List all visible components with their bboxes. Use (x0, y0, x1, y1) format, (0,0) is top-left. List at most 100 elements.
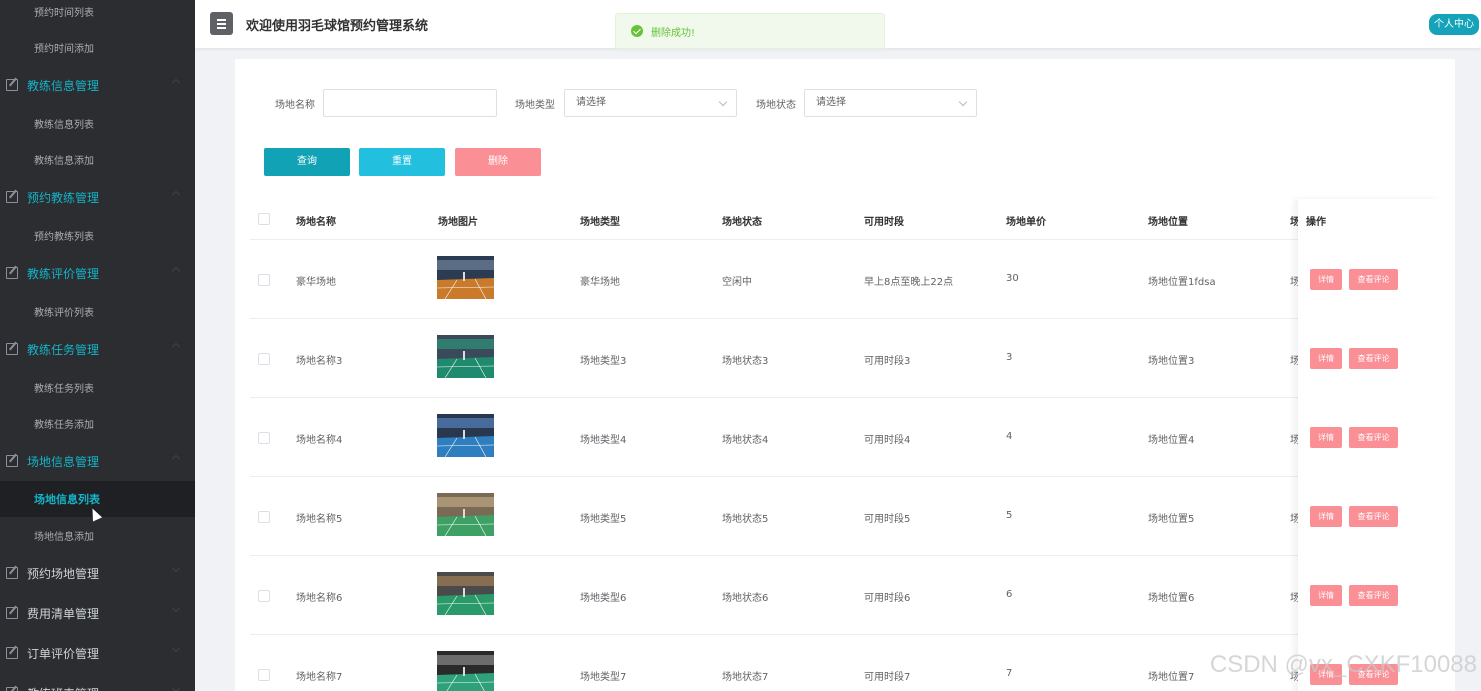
venue-table: 场地名称 场地图片 场地类型 场地状态 可用时段 场地单价 场地位置 场 豪华场… (250, 199, 1441, 691)
detail-button[interactable]: 详情 (1310, 506, 1342, 527)
col-name: 场地名称 (296, 217, 336, 228)
view-comments-button[interactable]: 查看评论 (1349, 585, 1398, 606)
row-checkbox[interactable] (258, 590, 270, 602)
row-checkbox[interactable] (258, 669, 270, 681)
venue-image (437, 414, 494, 457)
sidebar-group[interactable]: 场地信息管理 (0, 441, 195, 481)
sidebar-group-label: 教练评价管理 (27, 266, 100, 281)
detail-button[interactable]: 详情 (1310, 585, 1342, 606)
row-checkbox[interactable] (258, 432, 270, 444)
cell-period: 可用时段7 (864, 672, 911, 683)
sidebar-group[interactable]: 教练任务管理 (0, 329, 195, 369)
sidebar-group-label: 预约场地管理 (27, 566, 100, 581)
sidebar-group[interactable]: 费用清单管理 (0, 593, 195, 633)
sidebar-sub-item[interactable]: 教练任务添加 (0, 405, 195, 441)
cell-type: 豪华场地 (580, 277, 620, 288)
cell-location: 场地位置1fdsa (1148, 277, 1216, 288)
menu-toggle-icon[interactable] (210, 12, 233, 35)
cell-period: 早上8点至晚上22点 (864, 277, 954, 288)
cell-status: 场地状态4 (722, 435, 769, 446)
venue-image (437, 335, 494, 378)
chevron-down-icon (171, 683, 181, 691)
cell-status: 场地状态6 (722, 593, 769, 604)
venue-status-select[interactable]: 请选择 (804, 89, 977, 117)
sidebar-sub-item[interactable]: 教练评价列表 (0, 293, 195, 329)
sidebar-sub-item[interactable]: 预约时间添加 (0, 29, 195, 65)
view-comments-button[interactable]: 查看评论 (1349, 506, 1398, 527)
venue-image (437, 256, 494, 299)
chevron-down-icon (171, 643, 181, 653)
venue-name-input[interactable] (323, 89, 497, 117)
sidebar-sub-item[interactable]: 预约时间列表 (0, 0, 195, 29)
row-checkbox[interactable] (258, 353, 270, 365)
edit-icon (6, 79, 18, 91)
cell-price: 30 (1006, 273, 1019, 284)
view-comments-button[interactable]: 查看评论 (1349, 269, 1398, 290)
col-location: 场地位置 (1148, 217, 1188, 228)
sidebar-group[interactable]: 教练班表管理 (0, 673, 195, 691)
sidebar-sub-item[interactable]: 教练任务列表 (0, 369, 195, 405)
cell-location: 场地位置4 (1148, 435, 1195, 446)
cell-price: 6 (1006, 589, 1013, 600)
row-checkbox[interactable] (258, 511, 270, 523)
sidebar-group-label: 教练信息管理 (27, 78, 100, 93)
user-center-button[interactable]: 个人中心 (1429, 14, 1479, 35)
sidebar-sub-item[interactable]: 场地信息添加 (0, 517, 195, 553)
cell-location: 场地位置3 (1148, 356, 1195, 367)
view-comments-button[interactable]: 查看评论 (1349, 348, 1398, 369)
cell-type: 场地类型3 (580, 356, 627, 367)
venue-image (437, 493, 494, 536)
sidebar-sub-item[interactable]: 教练信息添加 (0, 141, 195, 177)
select-all-checkbox[interactable] (258, 213, 270, 225)
edit-icon (6, 607, 18, 619)
venue-status-label: 场地状态 (756, 100, 796, 111)
cell-name: 场地名称4 (296, 435, 343, 446)
sidebar-group-label: 教练任务管理 (27, 342, 100, 357)
cell-period: 可用时段5 (864, 514, 911, 525)
venue-type-label: 场地类型 (515, 100, 555, 111)
cell-status: 场地状态3 (722, 356, 769, 367)
venue-image (437, 651, 494, 691)
sidebar-sub-item[interactable]: 教练信息列表 (0, 105, 195, 141)
view-comments-button[interactable]: 查看评论 (1349, 427, 1398, 448)
cell-type: 场地类型6 (580, 593, 627, 604)
chevron-up-icon (171, 266, 181, 276)
chevron-up-icon (171, 78, 181, 88)
sidebar-group[interactable]: 教练信息管理 (0, 65, 195, 105)
main-card: 场地名称 场地类型 请选择 场地状态 请选择 查询 重置 删除 场地名称 场地图… (235, 59, 1455, 691)
table-row: 场地名称5 场地类型5 场地状态5 可用时段5 5 场地位置5 场 (250, 477, 1441, 556)
sidebar-group[interactable]: 教练评价管理 (0, 253, 195, 293)
table-header: 场地名称 场地图片 场地类型 场地状态 可用时段 场地单价 场地位置 场 (250, 199, 1441, 240)
toast-message: 删除成功! (651, 27, 696, 39)
sidebar-group[interactable]: 预约场地管理 (0, 553, 195, 593)
query-button[interactable]: 查询 (264, 148, 350, 176)
detail-button[interactable]: 详情 (1310, 269, 1342, 290)
detail-button[interactable]: 详情 (1310, 427, 1342, 448)
sidebar-group[interactable]: 预约教练管理 (0, 177, 195, 217)
chevron-down-icon (958, 97, 968, 107)
watermark: CSDN @vx_CXKF10088 (1209, 651, 1477, 678)
success-toast: 删除成功! (615, 13, 885, 49)
delete-button[interactable]: 删除 (455, 148, 541, 176)
cell-name: 场地名称5 (296, 514, 343, 525)
sidebar-sub-item[interactable]: 预约教练列表 (0, 217, 195, 253)
venue-name-label: 场地名称 (275, 100, 315, 111)
cell-location: 场地位置6 (1148, 593, 1195, 604)
cell-status: 场地状态5 (722, 514, 769, 525)
row-checkbox[interactable] (258, 274, 270, 286)
sidebar: 预约时间列表 预约时间添加教练信息管理教练信息列表 教练信息添加 预约教练管理 预约教练… (0, 0, 195, 691)
cell-period: 可用时段4 (864, 435, 911, 446)
cell-status: 场地状态7 (722, 672, 769, 683)
table-row: 场地名称3 场地类型3 场地状态3 可用时段3 3 场地位置3 场 (250, 319, 1441, 398)
cell-location: 场地位置7 (1148, 672, 1195, 683)
chevron-up-icon (171, 454, 181, 464)
cell-location: 场地位置5 (1148, 514, 1195, 525)
cell-type: 场地类型4 (580, 435, 627, 446)
sidebar-group[interactable]: 订单评价管理 (0, 633, 195, 673)
detail-button[interactable]: 详情 (1310, 348, 1342, 369)
reset-button[interactable]: 重置 (359, 148, 445, 176)
col-operations: 操作 (1306, 217, 1326, 228)
venue-type-select[interactable]: 请选择 (564, 89, 737, 117)
cell-price: 4 (1006, 431, 1013, 442)
edit-icon (6, 343, 18, 355)
